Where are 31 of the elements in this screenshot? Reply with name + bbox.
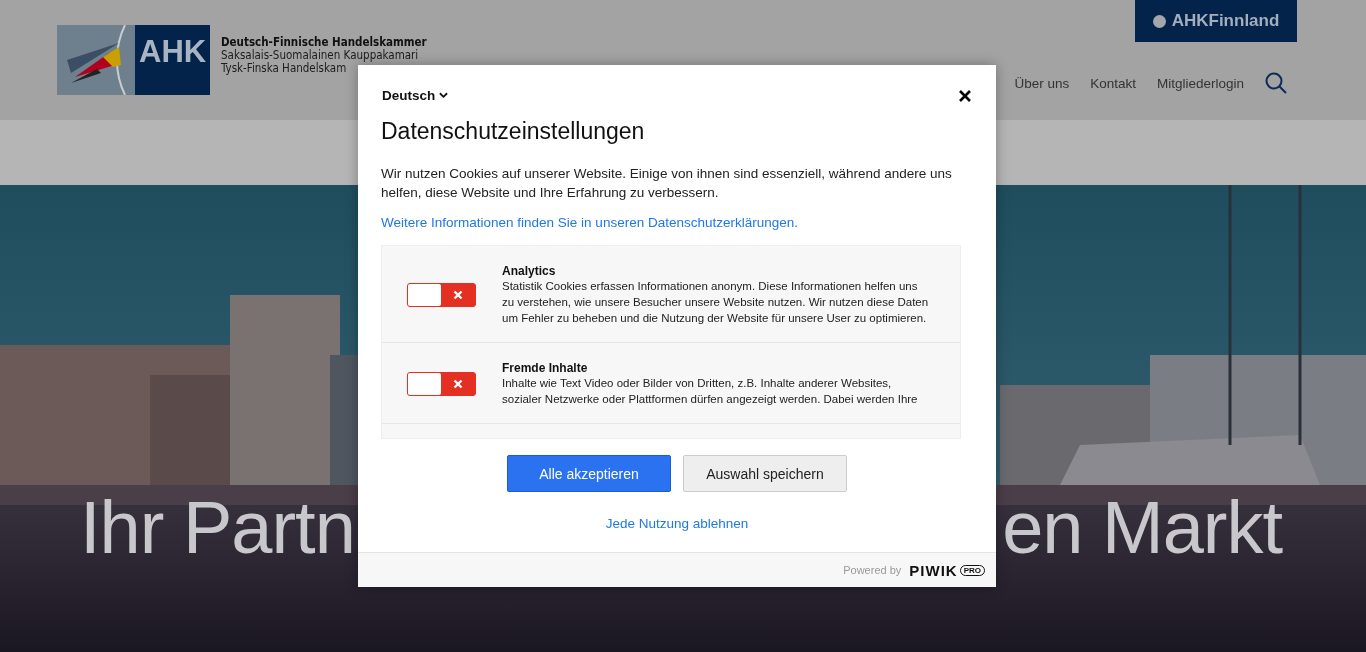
organization-name: Saksalais-Suomalainen Kauppakamari (221, 49, 420, 62)
category-description: Statistik Cookies erfassen Informationen anonym. Diese Informationen helfen uns zu verstehen, wie unsere Besucher unsere Website nutzen. Wir nutzen diese Daten um Fehler zu beheben und die Nutzung der Website für unsere User zu optimieren. (502, 279, 930, 326)
category-title: Fremde Inhalte (502, 361, 589, 375)
nav-link[interactable]: Mitgliederlogin (1156, 75, 1244, 91)
chevron-icon (439, 92, 449, 99)
hero-headline: en Markt (1002, 485, 1282, 571)
nav-link[interactable]: Über uns (1014, 75, 1070, 91)
top-link[interactable]: AHKFinnland (1135, 0, 1297, 42)
close-icon[interactable] (959, 89, 971, 102)
privacy-policy-link[interactable]: Weitere Informationen finden Sie in unseren Datenschutzerklärungen. (381, 215, 798, 230)
search-icon[interactable] (1265, 72, 1287, 94)
nav-link[interactable]: Kontakt (1090, 75, 1136, 91)
hero-headline: Ihr Partn (80, 485, 355, 571)
organization-name: Tysk-Finska Handelskam (221, 62, 347, 75)
reject-all-link[interactable]: Jede Nutzung ablehnen (605, 516, 749, 531)
intro-text: Wir nutzen Cookies auf unserer Website. Einige von ihnen sind essenziell, während andere uns helfen, diese Website und Ihre Erfahrung zu verbessern. (381, 165, 953, 202)
category-title: Analytics (502, 264, 557, 278)
powered-by-text: Powered by (843, 564, 902, 576)
logo-emblem-icon (57, 25, 135, 95)
dot-icon (1152, 14, 1166, 28)
accept-all-button[interactable]: Alle akzeptieren (507, 455, 671, 492)
language-dropdown[interactable]: Deutsch (382, 88, 449, 103)
brand-logo: PIWIK PRO (909, 561, 985, 579)
category-description: Inhalte wie Text Video oder Bilder von Dritten, z.B. Inhalte anderer Websites, sozialer Netzwerke oder Plattformen dürfen angezeigt werden. Dabei werden Ihre (502, 376, 919, 407)
save-selection-button[interactable]: Auswahl speichern (683, 455, 847, 492)
logo-mark[interactable]: AHK (57, 25, 210, 95)
logo-text: AHK (139, 34, 207, 70)
toggle-switch[interactable] (407, 283, 476, 307)
toggle-switch[interactable] (407, 372, 476, 396)
organization-name: Deutsch-Finnische Handelskammer (221, 36, 427, 49)
dialog-title: Datenschutzeinstellungen (380, 117, 646, 145)
